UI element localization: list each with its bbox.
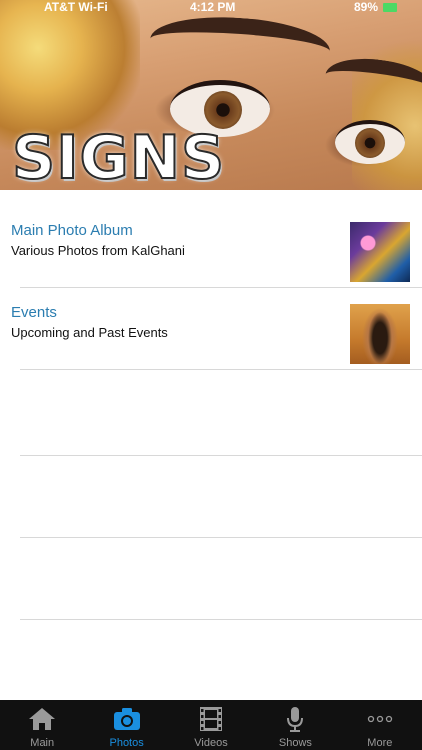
tab-shows[interactable]: Shows: [253, 700, 337, 750]
list-item-subtitle: Upcoming and Past Events: [11, 325, 168, 340]
film-icon: [200, 707, 223, 731]
empty-row-divider: [20, 537, 422, 538]
status-time: 4:12 PM: [190, 0, 236, 14]
eye-right: [335, 120, 405, 164]
list-item-subtitle: Various Photos from KalGhani: [11, 243, 185, 258]
list-item-title: Main Photo Album: [11, 222, 133, 239]
tab-main[interactable]: Main: [0, 700, 84, 750]
tab-bar: Main Photos Videos Shows More: [0, 700, 422, 750]
tab-label: Videos: [194, 737, 228, 749]
hair-image-right: [352, 30, 422, 190]
empty-row-divider: [20, 619, 422, 620]
tab-label: Main: [30, 737, 55, 749]
events-thumbnail: [350, 304, 410, 364]
tab-photos[interactable]: Photos: [84, 700, 168, 750]
tab-videos[interactable]: Videos: [169, 700, 253, 750]
tab-label: Photos: [109, 737, 144, 749]
list-item-main-photo-album[interactable]: Main Photo Album Various Photos from Kal…: [0, 206, 422, 288]
battery-icon: [383, 3, 397, 12]
header-banner: SIGNS AT&T Wi-Fi 4:12 PM 89%: [0, 0, 422, 190]
status-carrier: AT&T Wi-Fi: [44, 0, 108, 14]
tab-label: Shows: [278, 737, 312, 749]
list-item-title: Events: [11, 304, 57, 321]
status-bar: AT&T Wi-Fi 4:12 PM 89%: [0, 0, 422, 14]
signs-logo: SIGNS: [11, 123, 226, 190]
list-item-events[interactable]: Events Upcoming and Past Events: [0, 288, 422, 370]
album-thumbnail: [350, 222, 410, 282]
tab-label: More: [367, 737, 393, 749]
tab-more[interactable]: More: [338, 700, 422, 750]
microphone-icon: [287, 707, 304, 732]
empty-row-divider: [20, 455, 422, 456]
status-battery-percent: 89%: [354, 0, 379, 14]
row-divider: [20, 369, 422, 370]
more-icon: [367, 715, 392, 723]
eyebrow-left: [148, 11, 332, 79]
home-icon: [29, 708, 56, 730]
album-list: Main Photo Album Various Photos from Kal…: [0, 206, 422, 370]
camera-icon: [113, 708, 140, 730]
